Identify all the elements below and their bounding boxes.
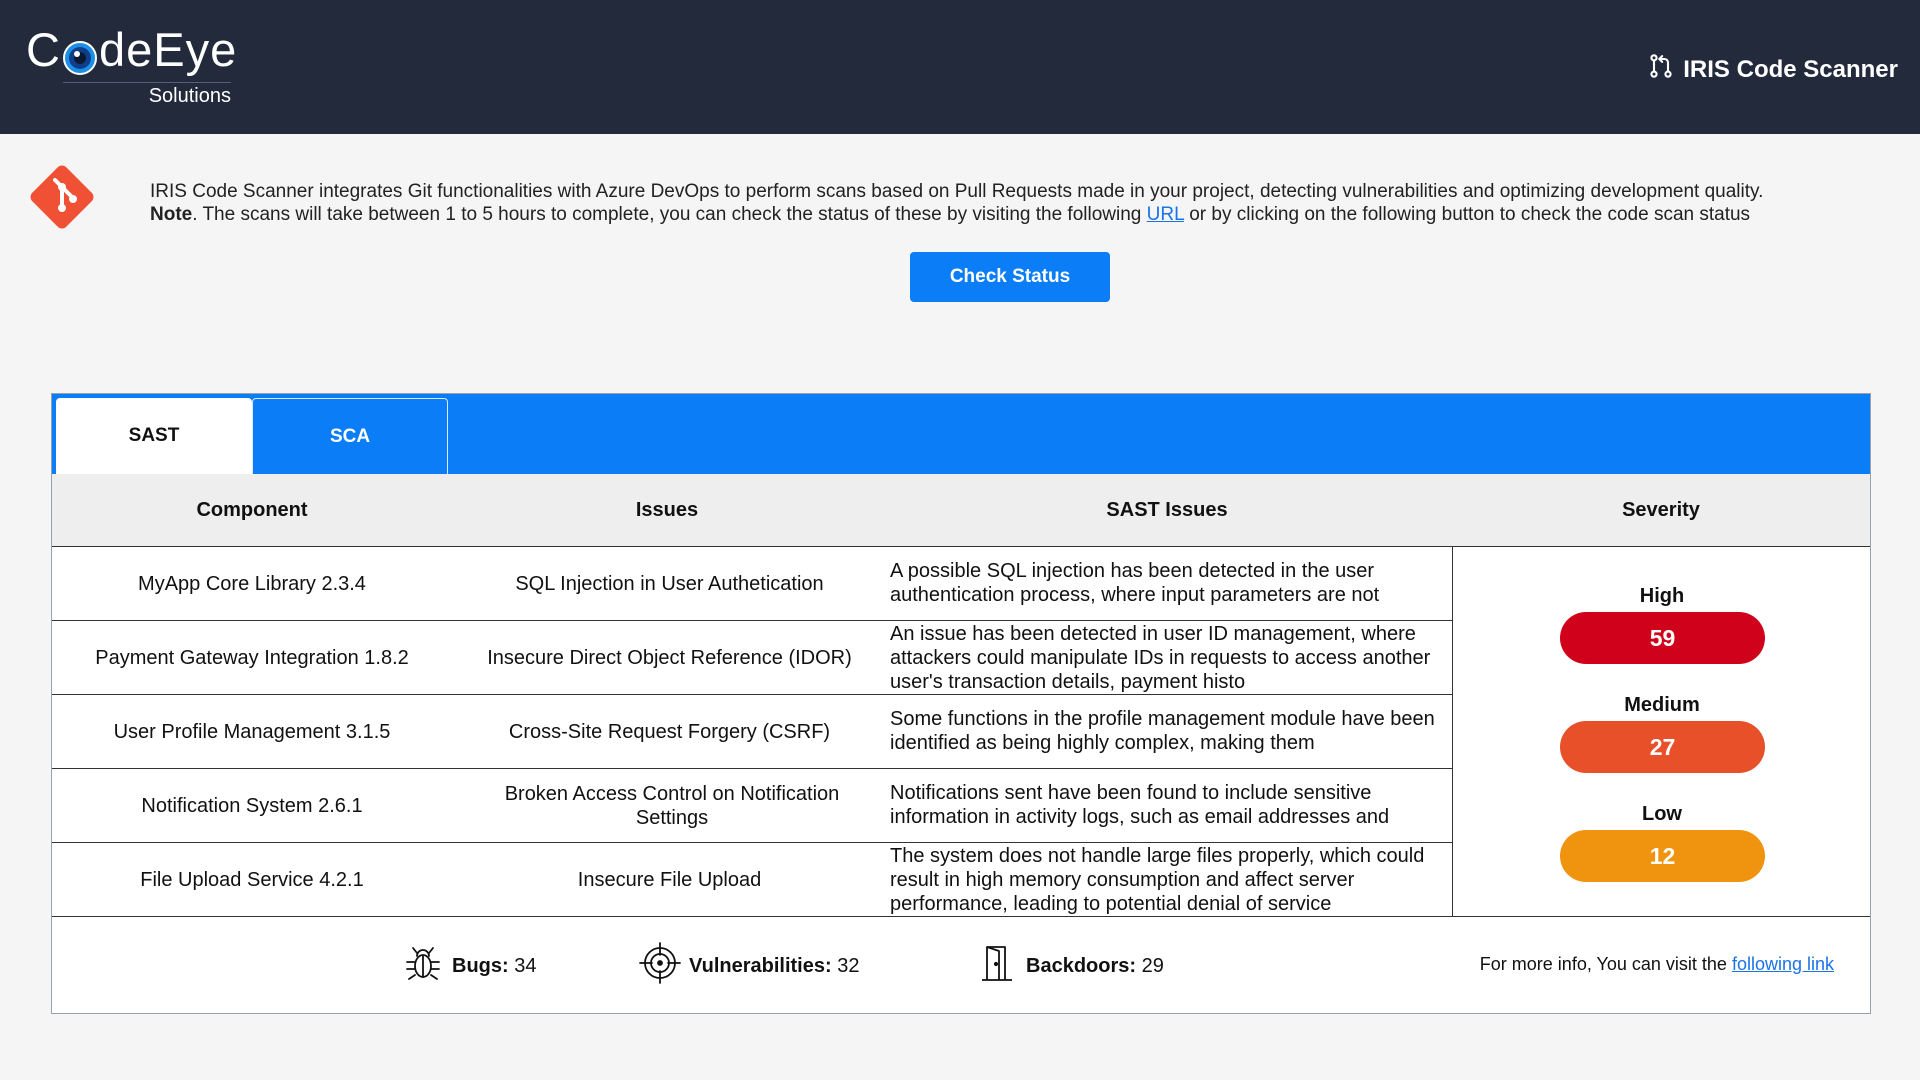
backdoors-label: Backdoors: [1026,954,1137,977]
component-cell: Payment Gateway Integration 1.8.2 [95,646,409,669]
component-cell: User Profile Management 3.1.5 [113,720,391,743]
logo-prefix: C [26,23,61,76]
backdoors-value: 29 [1141,954,1164,977]
issue-cell: SQL Injection in User Authetication [515,572,824,595]
vulnerabilities-text: Vulnerabilities: 32 [689,955,859,978]
header-sast-issues: SAST Issues [1106,498,1228,521]
stats-footer: Bugs: 34 Vulnerabilities: 32 Backdoors: … [52,918,1870,1014]
git-logo-icon [28,163,96,231]
backdoors-stat: Backdoors: 29 [976,918,1164,1014]
logo-divider [63,82,231,83]
more-info: For more info, You can visit the followi… [1480,954,1834,975]
component-cell: File Upload Service 4.2.1 [140,868,364,891]
bug-icon [402,942,444,990]
git-pull-request-icon [1647,52,1675,87]
description-cell: A possible SQL injection has been detect… [890,547,1452,620]
top-header: C deEye Solutions IRIS Code Scanner [0,0,1920,134]
description-cell: The system does not handle large files p… [890,843,1452,916]
intro-line-2: Note. The scans will take between 1 to 5… [150,203,1870,226]
more-info-text: For more info, You can visit the [1479,954,1732,974]
component-cell: Notification System 2.6.1 [141,794,363,817]
bugs-text: Bugs: 34 [452,955,536,978]
crosshair-icon [639,942,681,990]
header-severity: Severity [1622,498,1700,521]
note-label: Note [150,204,193,225]
intro-line-2a: . The scans will take between 1 to 5 hou… [192,204,1147,225]
url-link[interactable]: URL [1147,204,1184,225]
logo-wordmark: C deEye [26,22,236,78]
app-title-text: IRIS Code Scanner [1683,55,1898,83]
severity-summary: High 59 Medium 27 Low 12 [1452,547,1870,917]
issue-cell: Broken Access Control on Notification Se… [504,782,840,829]
description-text: A possible SQL injection has been detect… [890,560,1380,606]
table-row[interactable]: File Upload Service 4.2.1 Insecure File … [52,843,1452,917]
logo-suffix: deEye [98,23,238,76]
table-header: Component Issues SAST Issues Severity [52,474,1870,547]
severity-low-label: Low [1642,803,1682,825]
intro-text: IRIS Code Scanner integrates Git functio… [150,180,1870,226]
tab-bar: SAST SCA [52,394,1870,474]
severity-high-badge[interactable]: 59 [1560,612,1765,664]
check-status-button[interactable]: Check Status [910,252,1110,302]
description-text: Notifications sent have been found to in… [890,782,1390,828]
table-row[interactable]: Notification System 2.6.1 Broken Access … [52,769,1452,843]
description-cell: Some functions in the profile management… [890,695,1452,768]
intro-line-1: IRIS Code Scanner integrates Git functio… [150,181,1764,202]
description-text: Some functions in the profile management… [890,708,1435,754]
severity-medium-badge[interactable]: 27 [1560,721,1765,773]
scan-results-panel: SAST SCA Component Issues SAST Issues Se… [51,393,1871,1014]
issue-cell: Insecure Direct Object Reference (IDOR) [487,646,852,669]
header-component: Component [196,498,308,521]
bugs-stat: Bugs: 34 [402,918,536,1014]
issue-cell: Cross-Site Request Forgery (CSRF) [508,720,831,743]
vulnerabilities-label: Vulnerabilities: [689,954,832,977]
description-text: The system does not handle large files p… [890,845,1425,915]
backdoors-text: Backdoors: 29 [1026,955,1164,978]
vulnerabilities-value: 32 [837,954,860,977]
table-row[interactable]: Payment Gateway Integration 1.8.2 Insecu… [52,621,1452,695]
description-cell: Notifications sent have been found to in… [890,769,1452,842]
eye-icon [62,32,98,75]
logo-subtitle: Solutions [148,85,231,107]
following-link[interactable]: following link [1732,954,1834,974]
table-row[interactable]: MyApp Core Library 2.3.4 SQL Injection i… [52,547,1452,621]
bugs-label: Bugs: [452,954,509,977]
table-row[interactable]: User Profile Management 3.1.5 Cross-Site… [52,695,1452,769]
door-icon [976,942,1018,990]
intro-line-2b: or by clicking on the following button t… [1183,204,1751,225]
vulnerabilities-stat: Vulnerabilities: 32 [639,918,859,1014]
tab-sast[interactable]: SAST [56,398,252,474]
severity-low-badge[interactable]: 12 [1560,830,1765,882]
description-text: An issue has been detected in user ID ma… [890,623,1431,693]
component-cell: MyApp Core Library 2.3.4 [138,572,366,595]
header-issues: Issues [635,498,699,521]
description-cell: An issue has been detected in user ID ma… [890,621,1452,694]
tab-sca[interactable]: SCA [252,398,448,474]
bugs-value: 34 [514,954,537,977]
app-title: IRIS Code Scanner [1647,52,1898,87]
issue-cell: Insecure File Upload [577,868,762,891]
severity-high-label: High [1639,585,1685,607]
severity-medium-label: Medium [1624,694,1700,716]
codeeye-logo[interactable]: C deEye Solutions [26,22,236,108]
